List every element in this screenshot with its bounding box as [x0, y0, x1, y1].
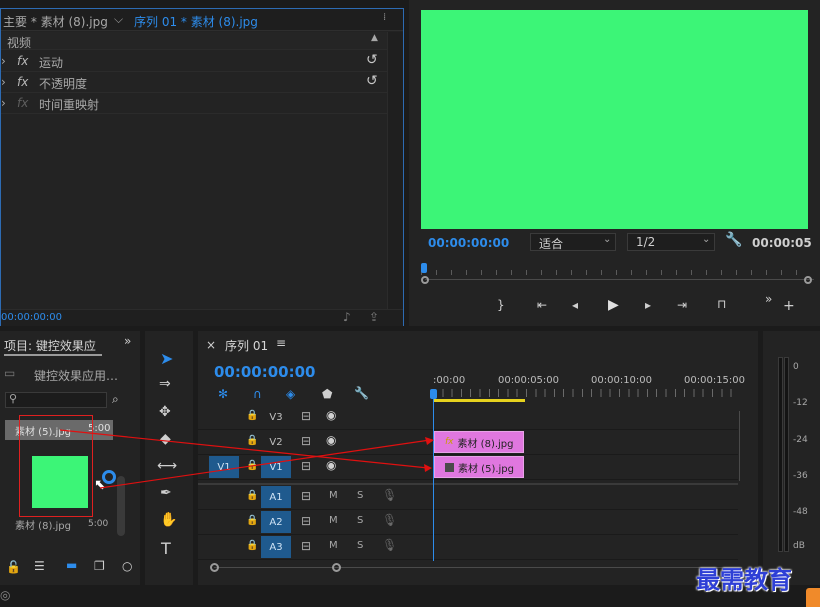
- drag-arrowhead: [425, 437, 434, 445]
- drag-arrowhead: [424, 464, 432, 472]
- watermark-logo: [806, 588, 820, 607]
- drag-arrows-overlay: [59, 429, 434, 489]
- watermark-text: 最需教育: [696, 565, 792, 594]
- drag-arrow: [99, 439, 431, 489]
- premiere-workspace: 主要 * 素材 (8).jpg ⌵ 序列 01 * 素材 (8).jpg ⁞ 视…: [0, 0, 820, 607]
- drag-arrow: [59, 429, 429, 469]
